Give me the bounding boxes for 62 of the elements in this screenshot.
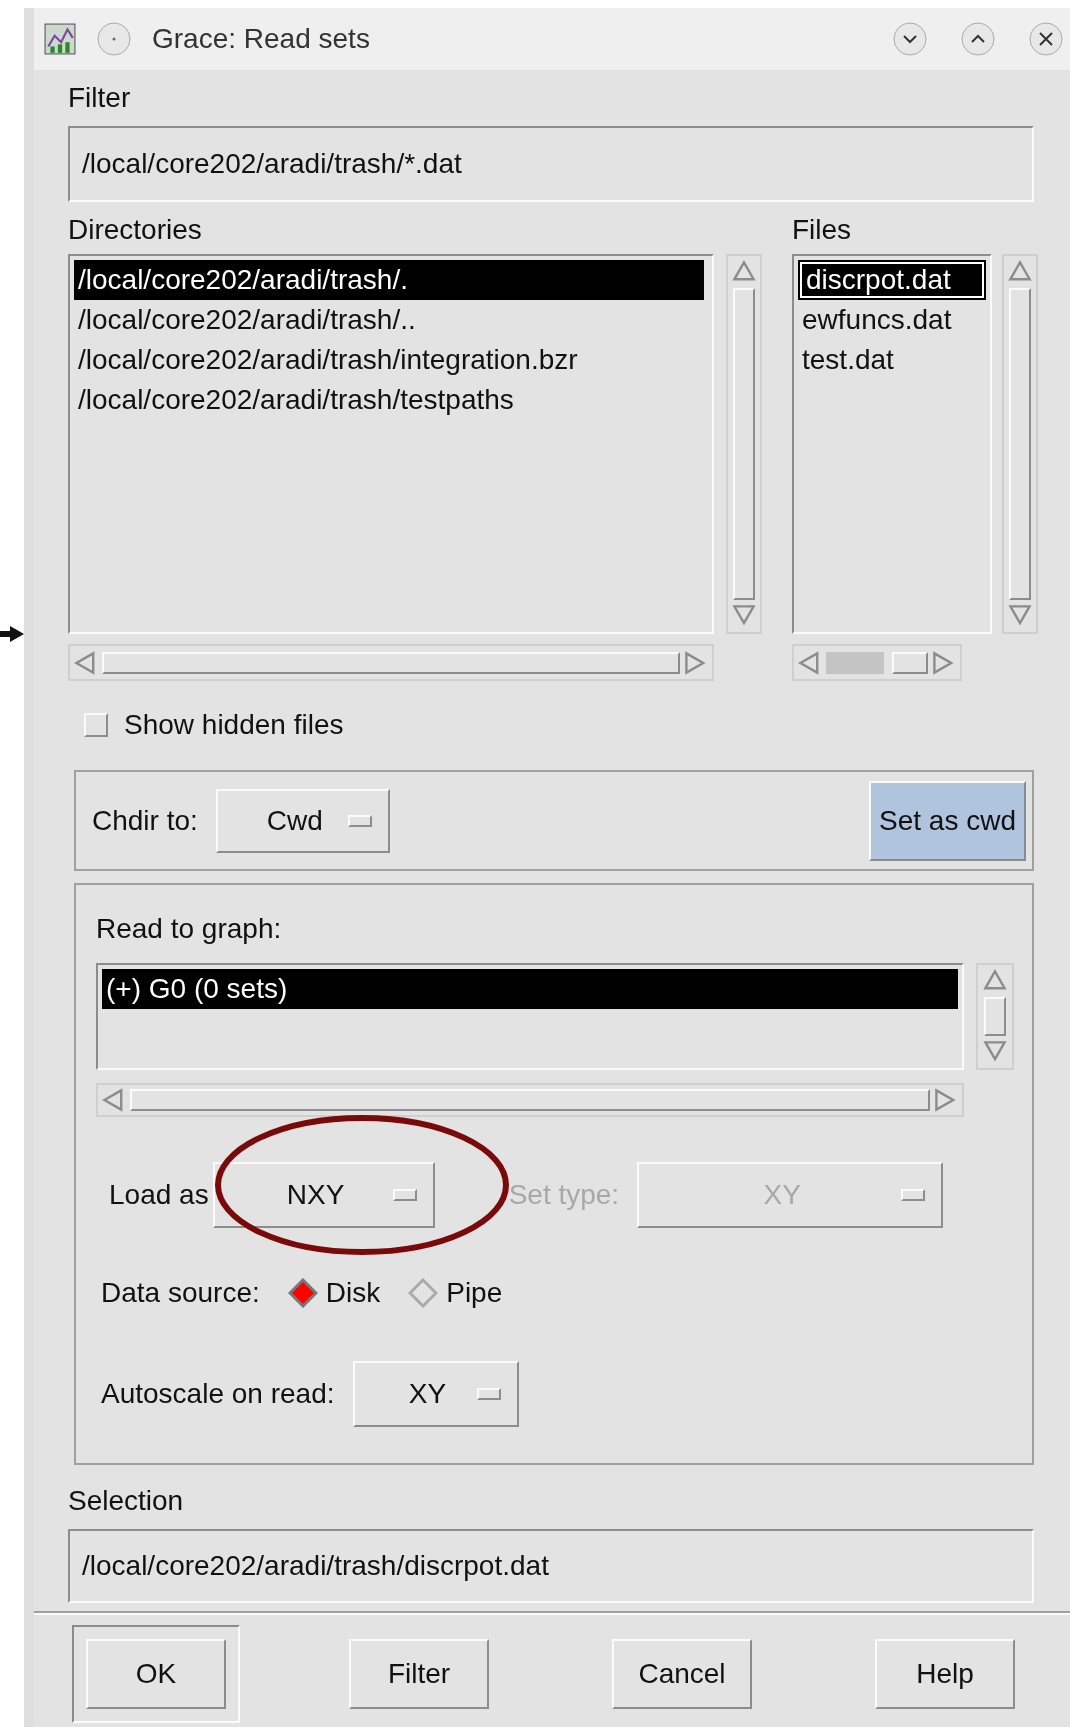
list-item[interactable]: test.dat bbox=[798, 340, 986, 380]
window-menu-icon[interactable] bbox=[96, 21, 132, 57]
data-source-label: Data source: bbox=[101, 1279, 260, 1307]
option-indicator-icon bbox=[901, 1189, 926, 1201]
section-label: Directories bbox=[68, 216, 203, 244]
option-menu[interactable]: XY bbox=[352, 1361, 519, 1427]
scrollbar-thumb[interactable] bbox=[733, 288, 755, 600]
scroll-down-arrow-icon[interactable] bbox=[983, 1040, 1007, 1064]
scrollbar-trough bbox=[826, 651, 884, 674]
option-indicator-icon bbox=[392, 1189, 417, 1201]
section-label: Files bbox=[792, 216, 852, 244]
load-as-label: Load as bbox=[109, 1181, 209, 1209]
option-menu[interactable]: NXY bbox=[212, 1162, 435, 1228]
horizontal-scrollbar[interactable] bbox=[96, 1083, 964, 1117]
vertical-scrollbar[interactable] bbox=[726, 254, 762, 634]
list-item[interactable]: /local/core202/aradi/trash/testpaths bbox=[74, 380, 704, 420]
field-label: Filter bbox=[68, 84, 132, 112]
selection-field[interactable]: /local/core202/aradi/trash/discrpot.dat bbox=[68, 1529, 1034, 1603]
dialog-button[interactable]: Cancel bbox=[612, 1639, 752, 1709]
scrollbar-thumb[interactable] bbox=[102, 651, 680, 674]
set-type-label: Set type: bbox=[508, 1181, 620, 1209]
radio-option[interactable]: Pipe bbox=[408, 1272, 503, 1314]
list-item[interactable]: /local/core202/aradi/trash/.. bbox=[74, 300, 704, 340]
list-item[interactable]: discrpot.dat bbox=[798, 260, 986, 300]
radio-option[interactable]: Disk bbox=[287, 1272, 381, 1314]
window-title: Grace: Read sets bbox=[152, 22, 371, 56]
minimize-icon[interactable] bbox=[892, 21, 928, 57]
checkbox-label: Show hidden files bbox=[124, 711, 344, 739]
filter-field[interactable]: /local/core202/aradi/trash/*.dat bbox=[68, 126, 1034, 202]
vertical-scrollbar[interactable] bbox=[1002, 254, 1038, 634]
scroll-down-arrow-icon[interactable] bbox=[1008, 604, 1032, 628]
scrollbar-thumb[interactable] bbox=[984, 997, 1006, 1036]
set-as-cwd-button[interactable]: Set as cwd bbox=[869, 780, 1026, 861]
checkbox[interactable] bbox=[84, 713, 108, 737]
option-indicator-icon bbox=[476, 1388, 501, 1400]
dialog-button[interactable]: Help bbox=[875, 1639, 1015, 1709]
annotation-arrow bbox=[0, 624, 24, 644]
option-indicator-icon bbox=[347, 814, 372, 827]
vertical-scrollbar[interactable] bbox=[976, 963, 1014, 1070]
scrollbar-thumb[interactable] bbox=[130, 1089, 930, 1111]
maximize-icon[interactable] bbox=[960, 21, 996, 57]
section-label: Read to graph: bbox=[96, 915, 283, 943]
scrollbar-thumb[interactable] bbox=[1009, 288, 1031, 600]
app-icon bbox=[44, 23, 76, 55]
autoscale-label: Autoscale on read: bbox=[101, 1380, 335, 1408]
dialog-button[interactable]: Filter bbox=[349, 1639, 489, 1709]
scroll-right-arrow-icon[interactable] bbox=[684, 650, 708, 675]
list-item[interactable]: (+) G0 (0 sets) bbox=[102, 969, 958, 1009]
close-icon[interactable] bbox=[1028, 21, 1064, 57]
scrollbar-thumb[interactable] bbox=[892, 651, 928, 674]
scroll-right-arrow-icon[interactable] bbox=[934, 1088, 958, 1112]
option-menu[interactable]: Cwd bbox=[215, 788, 390, 853]
field-label: Selection bbox=[68, 1487, 185, 1515]
scroll-down-arrow-icon[interactable] bbox=[732, 604, 756, 628]
scroll-right-arrow-icon[interactable] bbox=[932, 650, 956, 675]
horizontal-scrollbar[interactable] bbox=[792, 644, 962, 681]
list-item[interactable]: /local/core202/aradi/trash/. bbox=[74, 260, 704, 300]
list-item[interactable]: ewfuncs.dat bbox=[798, 300, 986, 340]
chdir-label: Chdir to: bbox=[92, 806, 198, 835]
horizontal-scrollbar[interactable] bbox=[68, 644, 714, 681]
list-item[interactable]: /local/core202/aradi/trash/integration.bzr bbox=[74, 340, 704, 380]
dialog-button[interactable]: OK bbox=[86, 1639, 226, 1709]
